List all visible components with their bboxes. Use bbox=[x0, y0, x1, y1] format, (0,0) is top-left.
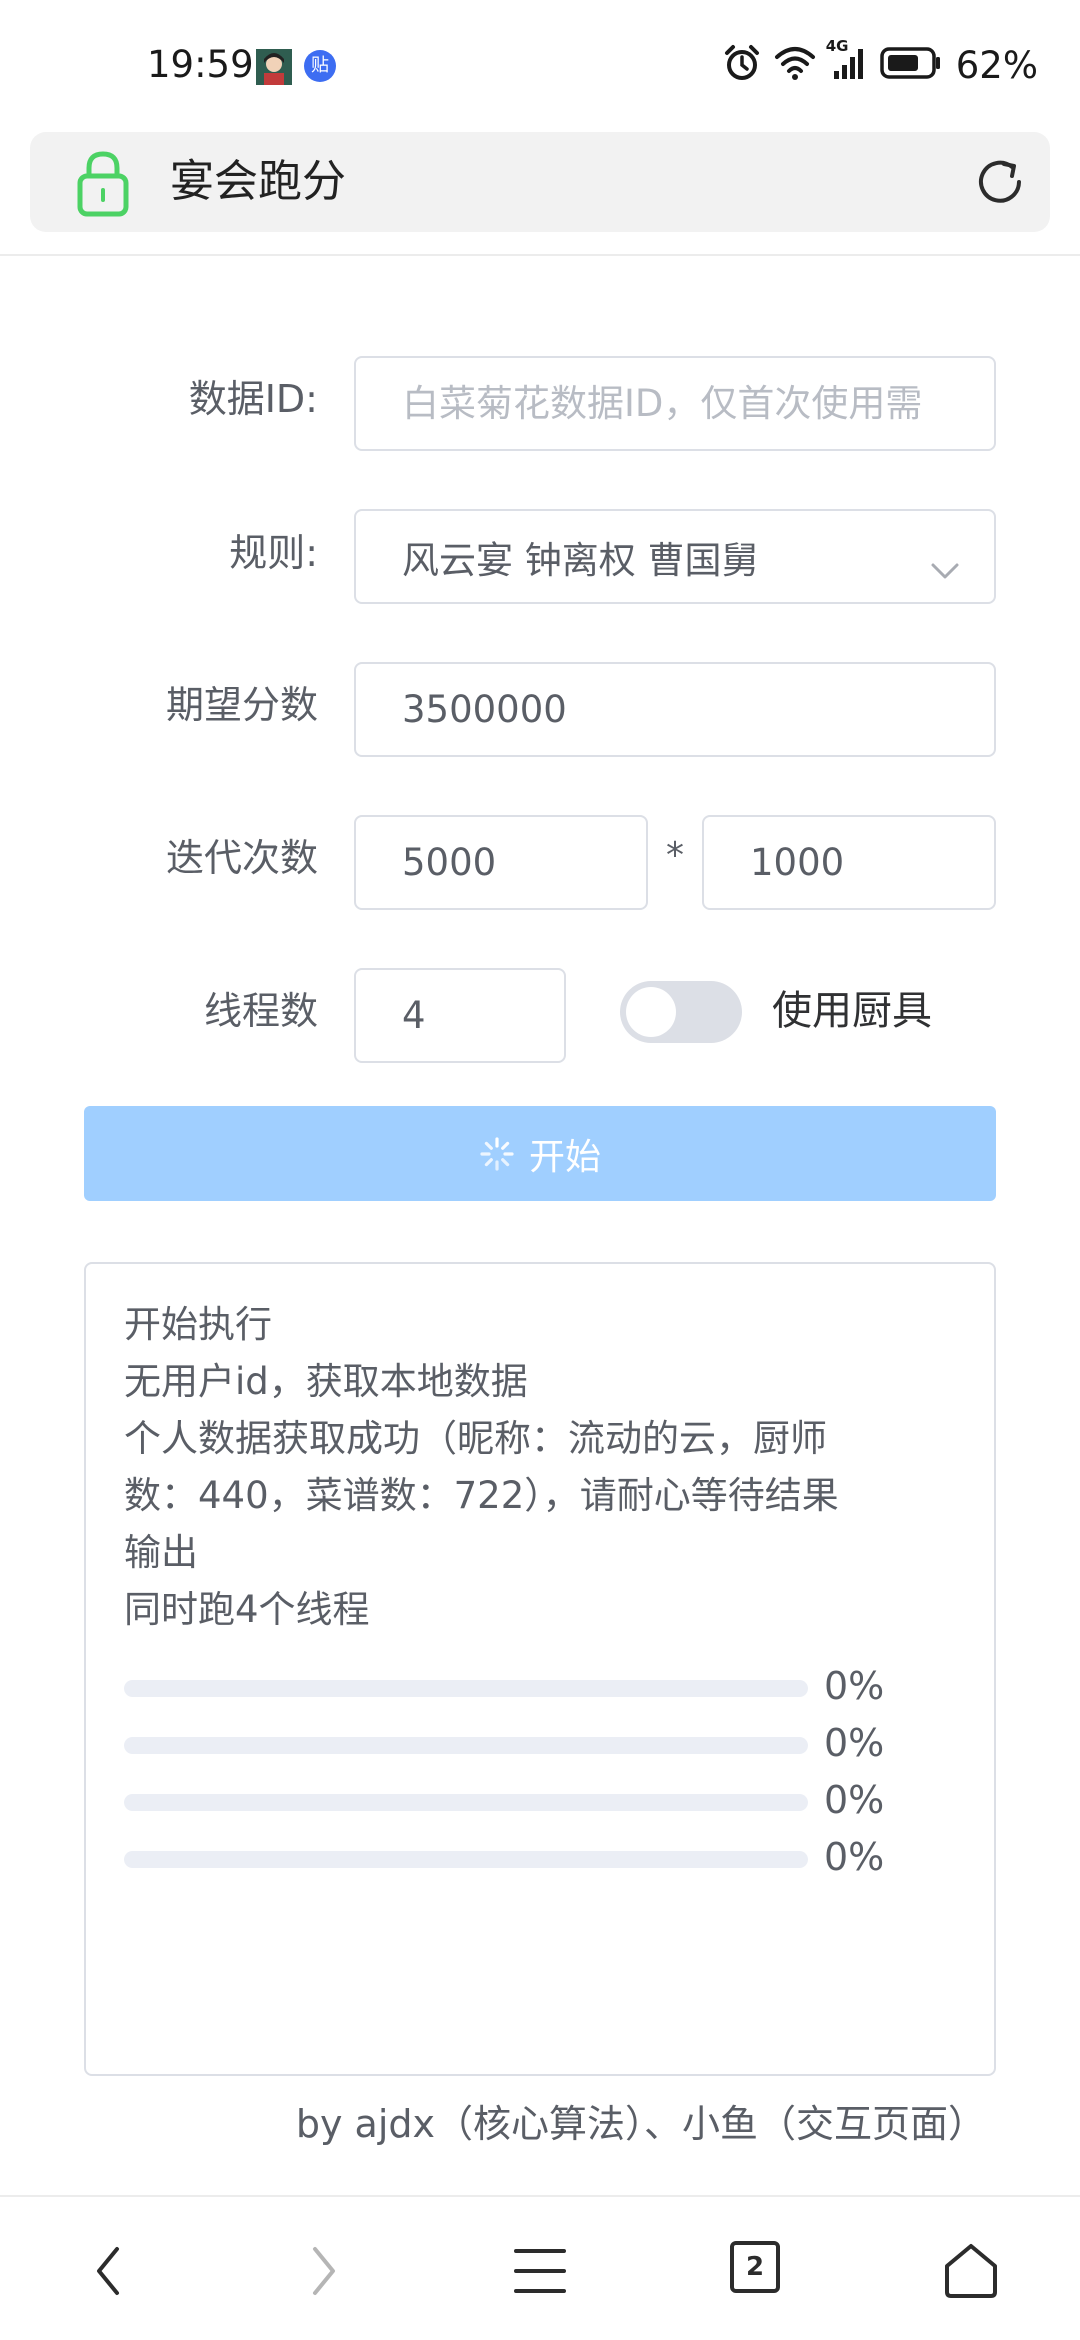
thread-progress-4: 0% bbox=[124, 1829, 944, 1886]
address-bar[interactable]: 宴会跑分 bbox=[30, 132, 1050, 232]
home-button[interactable] bbox=[931, 2236, 1011, 2306]
iterations-value-a: 5000 bbox=[402, 841, 497, 884]
rule-select[interactable]: 风云宴 钟离权 曹国舅 bbox=[354, 509, 996, 604]
multiply-sign: * bbox=[666, 835, 684, 876]
progress-track bbox=[124, 1794, 808, 1811]
status-icons: 4G 62% bbox=[710, 37, 1038, 90]
progress-track bbox=[124, 1851, 808, 1868]
progress-track bbox=[124, 1680, 808, 1697]
log-text: 开始执行 无用户id，获取本地数据 个人数据获取成功（昵称：流动的云，厨师 数：… bbox=[124, 1296, 964, 1638]
tabs-button[interactable]: 2 bbox=[730, 2241, 780, 2293]
data-id-label: 数据ID: bbox=[188, 377, 318, 421]
battery-percentage: 62% bbox=[955, 43, 1038, 87]
chevron-down-icon[interactable] bbox=[930, 547, 960, 579]
expected-score-label: 期望分数 bbox=[165, 683, 318, 727]
progress-percent: 0% bbox=[824, 1721, 885, 1765]
lock-icon[interactable] bbox=[70, 148, 136, 218]
data-id-input[interactable] bbox=[402, 382, 994, 425]
log-line: 数：440，菜谱数：722），请耐心等待结果 bbox=[124, 1474, 839, 1517]
back-button[interactable] bbox=[68, 2236, 148, 2306]
data-id-field[interactable] bbox=[354, 356, 996, 451]
loading-spinner-icon bbox=[479, 1136, 515, 1172]
status-time: 19:59 bbox=[147, 43, 254, 86]
progress-percent: 0% bbox=[824, 1664, 885, 1708]
progress-percent: 0% bbox=[824, 1778, 885, 1822]
refresh-icon[interactable] bbox=[972, 154, 1028, 210]
log-line: 无用户id，获取本地数据 bbox=[124, 1360, 528, 1403]
rule-label: 规则: bbox=[229, 531, 318, 575]
wifi-icon bbox=[774, 45, 816, 85]
thread-progress-3: 0% bbox=[124, 1772, 944, 1829]
log-panel[interactable]: 开始执行 无用户id，获取本地数据 个人数据获取成功（昵称：流动的云，厨师 数：… bbox=[84, 1262, 996, 2076]
iterations-field-a[interactable]: 5000 bbox=[354, 815, 648, 910]
rule-selected-value: 风云宴 钟离权 曹国舅 bbox=[402, 538, 759, 582]
log-line: 输出 bbox=[124, 1531, 198, 1574]
threads-label: 线程数 bbox=[203, 989, 318, 1033]
status-bar: 19:59 贴 4G 62% bbox=[0, 0, 1080, 130]
home-icon bbox=[945, 2244, 997, 2298]
log-line: 同时跑4个线程 bbox=[124, 1588, 370, 1631]
use-utensils-toggle[interactable] bbox=[620, 981, 742, 1043]
iterations-label: 迭代次数 bbox=[165, 836, 318, 880]
expected-score-value: 3500000 bbox=[402, 688, 567, 731]
threads-field[interactable]: 4 bbox=[354, 968, 566, 1063]
alarm-icon bbox=[722, 43, 762, 87]
thread-progress-2: 0% bbox=[124, 1715, 944, 1772]
expected-score-field[interactable]: 3500000 bbox=[354, 662, 996, 757]
tieba-notification-icon: 贴 bbox=[304, 50, 336, 82]
menu-icon bbox=[514, 2249, 566, 2293]
network-type: 4G bbox=[825, 37, 849, 55]
divider bbox=[0, 2195, 1080, 2197]
iterations-value-b: 1000 bbox=[750, 841, 845, 884]
start-button-label: 开始 bbox=[528, 1135, 601, 1177]
log-line: 个人数据获取成功（昵称：流动的云，厨师 bbox=[124, 1417, 827, 1460]
menu-button[interactable] bbox=[500, 2236, 580, 2306]
iterations-field-b[interactable]: 1000 bbox=[702, 815, 996, 910]
battery-icon bbox=[880, 46, 942, 84]
cellular-signal-icon: 4G bbox=[826, 37, 868, 85]
avatar-notification-icon bbox=[256, 49, 292, 85]
page-title: 宴会跑分 bbox=[170, 156, 346, 207]
forward-button[interactable] bbox=[284, 2236, 364, 2306]
use-utensils-label: 使用厨具 bbox=[772, 988, 932, 1034]
progress-track bbox=[124, 1737, 808, 1754]
progress-percent: 0% bbox=[824, 1835, 885, 1879]
log-line: 开始执行 bbox=[124, 1303, 272, 1346]
threads-value: 4 bbox=[402, 994, 426, 1037]
credits-text: by ajdx（核心算法）、小鱼（交互页面） bbox=[295, 2102, 986, 2146]
divider bbox=[0, 254, 1080, 256]
chevron-left-icon bbox=[97, 2247, 119, 2295]
chevron-right-icon bbox=[313, 2247, 335, 2295]
thread-progress-1: 0% bbox=[124, 1658, 944, 1715]
toggle-knob bbox=[626, 987, 676, 1037]
start-button[interactable]: 开始 bbox=[84, 1106, 996, 1201]
